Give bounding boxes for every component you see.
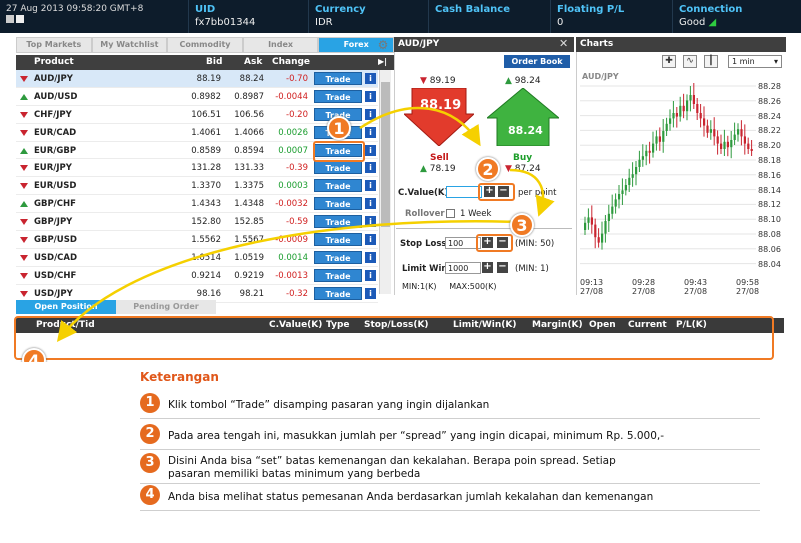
legend-number: 2 bbox=[140, 424, 160, 444]
legend-title: Keterangan bbox=[140, 370, 219, 384]
trade-button-highlight bbox=[313, 141, 365, 162]
legend-item: 4 Anda bisa melihat status pemesanan Anda… bbox=[140, 485, 760, 511]
legend-text: Anda bisa melihat status pemesanan Anda … bbox=[168, 491, 654, 503]
step-badge-2: 2 bbox=[476, 157, 500, 181]
legend-item: 2 Pada area tengah ini, masukkan jumlah p… bbox=[140, 424, 760, 450]
step-badge-1: 1 bbox=[327, 116, 351, 140]
cvalue-stepper-highlight bbox=[478, 183, 515, 201]
step-badge-3: 3 bbox=[510, 213, 534, 237]
legend-text: Disini Anda bisa “set” batas kemenangan … bbox=[168, 455, 616, 480]
legend-number: 1 bbox=[140, 393, 160, 413]
legend-text: Klik tombol “Trade” disamping pasaran ya… bbox=[168, 399, 490, 411]
legend-text: Pada area tengah ini, masukkan jumlah pe… bbox=[168, 430, 665, 442]
legend-item: 1 Klik tombol “Trade” disamping pasaran y… bbox=[140, 393, 760, 419]
legend-item: 3 Disini Anda bisa “set” batas kemenangan… bbox=[140, 453, 760, 484]
legend-number: 4 bbox=[140, 485, 160, 505]
stoploss-stepper-highlight bbox=[476, 234, 513, 252]
legend-number: 3 bbox=[140, 453, 160, 473]
